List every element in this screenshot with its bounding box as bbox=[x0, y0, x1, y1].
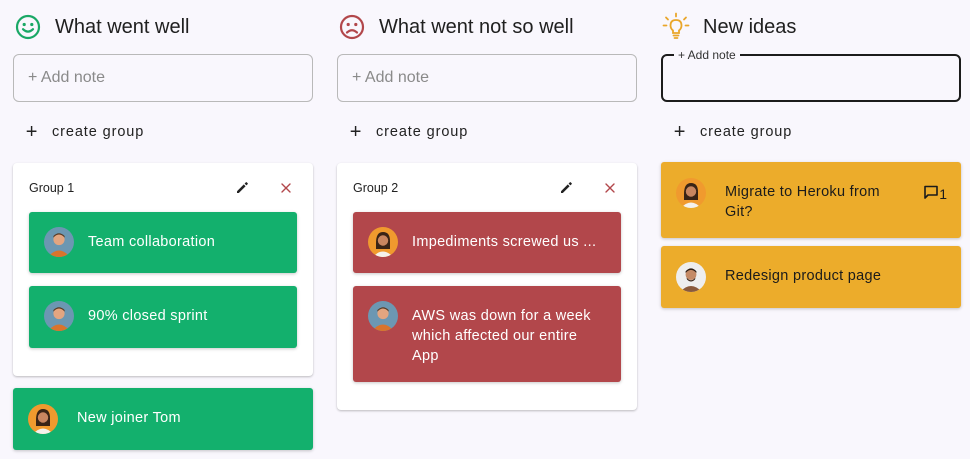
column-title: What went not so well bbox=[379, 15, 574, 38]
add-note-label: + Add note bbox=[674, 48, 740, 62]
smile-icon bbox=[13, 12, 43, 42]
lightbulb-icon bbox=[661, 12, 691, 42]
avatar-woman-orange bbox=[676, 178, 706, 208]
create-group-label: create group bbox=[376, 124, 469, 140]
note-card[interactable]: Redesign product page bbox=[661, 246, 961, 308]
avatar-woman-orange bbox=[28, 404, 58, 434]
plus-icon: + bbox=[673, 121, 687, 143]
avatar-man-blue bbox=[368, 301, 398, 331]
comment-icon bbox=[923, 184, 939, 203]
add-note-input[interactable]: + Add note bbox=[337, 54, 637, 102]
delete-group-icon[interactable] bbox=[599, 177, 621, 199]
edit-group-icon[interactable] bbox=[555, 177, 577, 199]
comment-count: 1 bbox=[939, 185, 947, 202]
add-note-input[interactable]: + Add note bbox=[661, 48, 961, 102]
note-card[interactable]: New joiner Tom bbox=[13, 388, 313, 450]
plus-icon: + bbox=[349, 121, 363, 143]
note-card[interactable]: Migrate to Heroku from Git? 1 bbox=[661, 162, 961, 238]
avatar-man-white bbox=[676, 262, 706, 292]
column-title: What went well bbox=[55, 15, 190, 38]
note-text: Migrate to Heroku from Git? bbox=[725, 184, 880, 220]
create-group-button[interactable]: + create group bbox=[673, 118, 792, 146]
avatar-man-blue bbox=[44, 227, 74, 257]
note-text: Impediments screwed us ... bbox=[412, 234, 597, 250]
note-text: Redesign product page bbox=[725, 268, 882, 284]
note-card[interactable]: Impediments screwed us ... bbox=[353, 212, 621, 273]
avatar-woman-orange bbox=[368, 227, 398, 257]
note-card[interactable]: Team collaboration bbox=[29, 212, 297, 273]
group-card: Group 2 Impediments screwed us ... AWS w… bbox=[337, 163, 637, 410]
add-note-placeholder: + Add note bbox=[28, 69, 105, 86]
create-group-button[interactable]: + create group bbox=[349, 118, 468, 146]
group-card: Group 1 Team collaboration 90% closed sp… bbox=[13, 163, 313, 376]
column-header: What went not so well bbox=[337, 10, 574, 44]
group-header: Group 2 bbox=[353, 175, 621, 201]
frown-icon bbox=[337, 12, 367, 42]
column-title: New ideas bbox=[703, 15, 797, 38]
group-title: Group 1 bbox=[29, 181, 75, 195]
note-text: New joiner Tom bbox=[77, 410, 181, 426]
add-note-placeholder: + Add note bbox=[352, 69, 429, 86]
edit-group-icon[interactable] bbox=[231, 177, 253, 199]
group-title: Group 2 bbox=[353, 181, 399, 195]
create-group-label: create group bbox=[52, 124, 145, 140]
note-card[interactable]: AWS was down for a week which affected o… bbox=[353, 286, 621, 382]
note-text: 90% closed sprint bbox=[88, 308, 208, 324]
note-text: AWS was down for a week which affected o… bbox=[412, 308, 591, 364]
add-note-input[interactable]: + Add note bbox=[13, 54, 313, 102]
create-group-button[interactable]: + create group bbox=[25, 118, 144, 146]
avatar-man-blue bbox=[44, 301, 74, 331]
create-group-label: create group bbox=[700, 124, 793, 140]
note-text: Team collaboration bbox=[88, 234, 216, 250]
plus-icon: + bbox=[25, 121, 39, 143]
delete-group-icon[interactable] bbox=[275, 177, 297, 199]
comment-badge[interactable]: 1 bbox=[923, 184, 947, 203]
column-header: New ideas bbox=[661, 10, 796, 44]
column-header: What went well bbox=[13, 10, 190, 44]
note-card[interactable]: 90% closed sprint bbox=[29, 286, 297, 348]
group-header: Group 1 bbox=[29, 175, 297, 201]
